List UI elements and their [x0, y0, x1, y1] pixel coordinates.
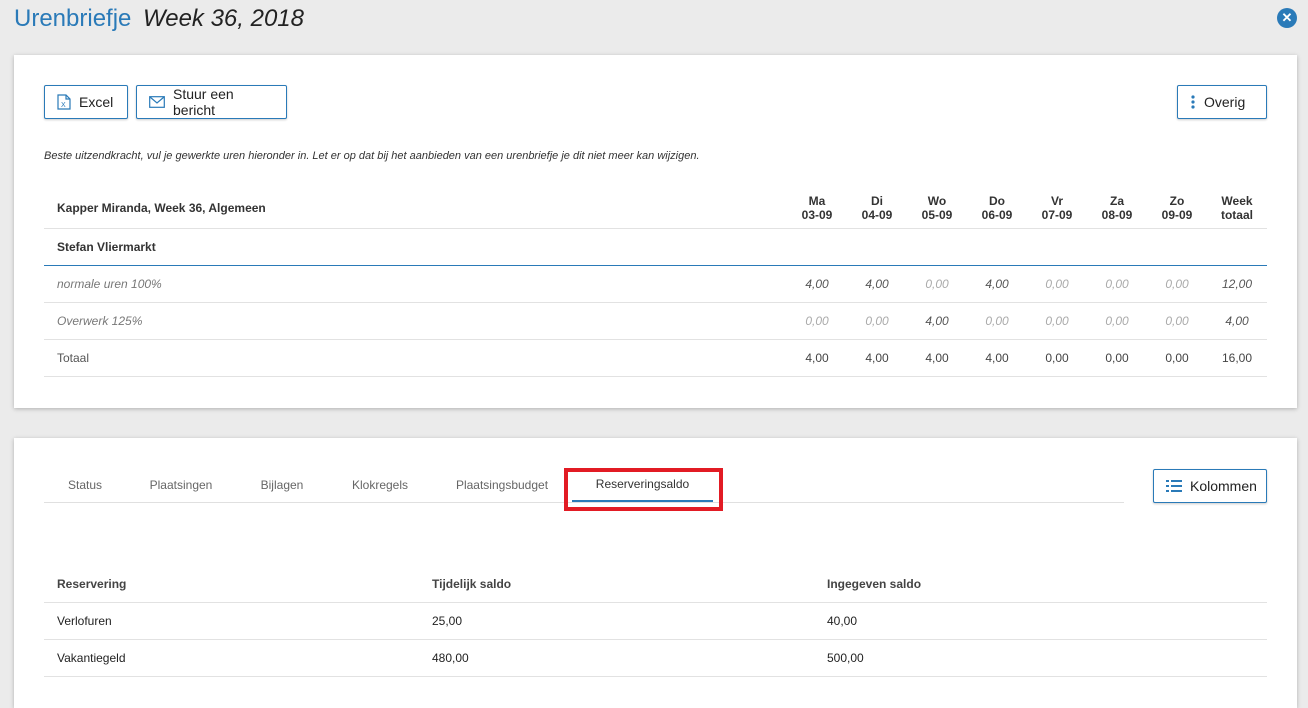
timesheet-card: X Excel Stuur een bericht Overig Beste u…	[14, 55, 1297, 408]
col-header: Vr 07-09	[1027, 187, 1087, 228]
col-date: 05-09	[921, 207, 953, 222]
hours-cell[interactable]: 0,00	[1147, 266, 1207, 302]
col-date: 09-09	[1161, 207, 1193, 222]
reservation-name: Vakantiegeld	[57, 651, 126, 665]
hours-cell[interactable]: 0,00	[847, 303, 907, 339]
week-total-cell: 4,00	[1225, 314, 1249, 328]
col-day: Week	[1221, 193, 1253, 208]
col-date: 03-09	[801, 207, 833, 222]
hours-table: Kapper Miranda, Week 36, Algemeen Ma 03-0…	[44, 187, 1267, 377]
hours-cell[interactable]: 0,00	[1027, 303, 1087, 339]
tab-bijlagen[interactable]: Bijlagen	[244, 468, 320, 502]
columns-button[interactable]: Kolommen	[1153, 469, 1267, 503]
total-cell: 4,00	[925, 351, 949, 365]
col-header: Zo 09-09	[1147, 187, 1207, 228]
close-circle-icon[interactable]: ✕	[1277, 8, 1297, 28]
reservations-table: Reservering Tijdelijk saldo Ingegeven sa…	[44, 566, 1267, 677]
svg-text:X: X	[61, 102, 66, 109]
col-day: Vr	[1050, 193, 1063, 208]
page-title: Urenbriefje	[14, 5, 132, 32]
total-cell: 4,00	[985, 351, 1009, 365]
temporary-balance: 480,00	[432, 651, 469, 665]
col-day: Ma	[808, 193, 826, 208]
intro-text: Beste uitzendkracht, vul je gewerkte ure…	[44, 150, 700, 162]
hours-cell[interactable]: 0,00	[1147, 303, 1207, 339]
col-date: 08-09	[1101, 207, 1133, 222]
table-row[interactable]: Overwerk 125% 0,00 0,00 4,00 0,00 0,00 0…	[44, 303, 1267, 340]
excel-button-label: Excel	[79, 94, 114, 110]
tab-plaatsingen[interactable]: Plaatsingen	[136, 468, 226, 502]
total-cell: 4,00	[865, 351, 889, 365]
person-row: Stefan Vliermarkt	[44, 229, 1267, 266]
col-day: Zo	[1169, 193, 1185, 208]
col-header: Ma 03-09	[787, 187, 847, 228]
hours-cell[interactable]: 0,00	[1087, 266, 1147, 302]
hours-cell[interactable]: 0,00	[967, 303, 1027, 339]
hours-cell[interactable]: 4,00	[847, 266, 907, 302]
hours-cell[interactable]: 0,00	[1027, 266, 1087, 302]
week-total-cell: 12,00	[1221, 277, 1253, 291]
hours-cell[interactable]: 0,00	[787, 303, 847, 339]
col-day: Wo	[927, 193, 947, 208]
week-label: Week 36, 2018	[143, 5, 305, 32]
col-header: Week totaal	[1207, 187, 1267, 228]
excel-button[interactable]: X Excel	[44, 85, 128, 119]
tab-highlight-box	[564, 468, 723, 511]
col-day: Do	[989, 193, 1005, 208]
col-header: Za 08-09	[1087, 187, 1147, 228]
total-cell: 4,00	[805, 351, 829, 365]
col-header: Do 06-09	[967, 187, 1027, 228]
reservations-header: Reservering Tijdelijk saldo Ingegeven sa…	[44, 566, 1267, 603]
page-header: Urenbriefje Week 36, 2018 ✕	[0, 0, 1308, 40]
col-day: Za	[1109, 193, 1124, 208]
total-label: Totaal	[57, 351, 90, 365]
hours-table-header: Kapper Miranda, Week 36, Algemeen Ma 03-0…	[44, 187, 1267, 229]
col-header: Reservering	[57, 577, 127, 591]
col-day: Di	[871, 193, 883, 208]
row-label: Overwerk 125%	[57, 314, 143, 328]
tab-plaatsingsbudget[interactable]: Plaatsingsbudget	[442, 468, 562, 502]
table-row: Vakantiegeld 480,00 500,00	[44, 640, 1267, 677]
columns-button-label: Kolommen	[1190, 478, 1257, 494]
col-date: totaal	[1220, 207, 1253, 222]
tab-klokregels[interactable]: Klokregels	[336, 468, 424, 502]
total-cell: 0,00	[1105, 351, 1129, 365]
col-date: 06-09	[981, 207, 1013, 222]
list-icon	[1166, 480, 1182, 492]
entered-balance: 40,00	[827, 614, 858, 628]
col-header: Tijdelijk saldo	[432, 577, 512, 591]
hours-cell[interactable]: 0,00	[907, 266, 967, 302]
more-button[interactable]: Overig	[1177, 85, 1267, 119]
envelope-icon	[149, 96, 165, 108]
table-row: Verlofuren 25,00 40,00	[44, 603, 1267, 640]
details-card: Status Plaatsingen Bijlagen Klokregels P…	[14, 438, 1297, 708]
col-date: 04-09	[861, 207, 893, 222]
more-vertical-icon	[1191, 95, 1195, 109]
send-message-button[interactable]: Stuur een bericht	[136, 85, 287, 119]
entered-balance: 500,00	[827, 651, 864, 665]
total-row: Totaal 4,00 4,00 4,00 4,00 0,00 0,00 0,0…	[44, 340, 1267, 377]
send-message-button-label: Stuur een bericht	[173, 86, 234, 118]
total-cell: 0,00	[1045, 351, 1069, 365]
person-name: Stefan Vliermarkt	[57, 240, 156, 254]
hours-cell[interactable]: 4,00	[907, 303, 967, 339]
hours-table-caption: Kapper Miranda, Week 36, Algemeen	[57, 200, 266, 215]
col-header: Di 04-09	[847, 187, 907, 228]
reservation-name: Verlofuren	[57, 614, 112, 628]
row-label: normale uren 100%	[57, 277, 162, 291]
hours-cell[interactable]: 0,00	[1087, 303, 1147, 339]
tab-status[interactable]: Status	[44, 468, 126, 502]
excel-file-icon: X	[57, 94, 71, 110]
hours-cell[interactable]: 4,00	[967, 266, 1027, 302]
col-date: 07-09	[1041, 207, 1073, 222]
table-row[interactable]: normale uren 100% 4,00 4,00 0,00 4,00 0,…	[44, 266, 1267, 303]
temporary-balance: 25,00	[432, 614, 463, 628]
total-cell: 0,00	[1165, 351, 1189, 365]
hours-cell[interactable]: 4,00	[787, 266, 847, 302]
total-cell: 16,00	[1221, 351, 1253, 365]
col-header: Ingegeven saldo	[827, 577, 922, 591]
more-button-label: Overig	[1204, 94, 1246, 110]
col-header: Wo 05-09	[907, 187, 967, 228]
